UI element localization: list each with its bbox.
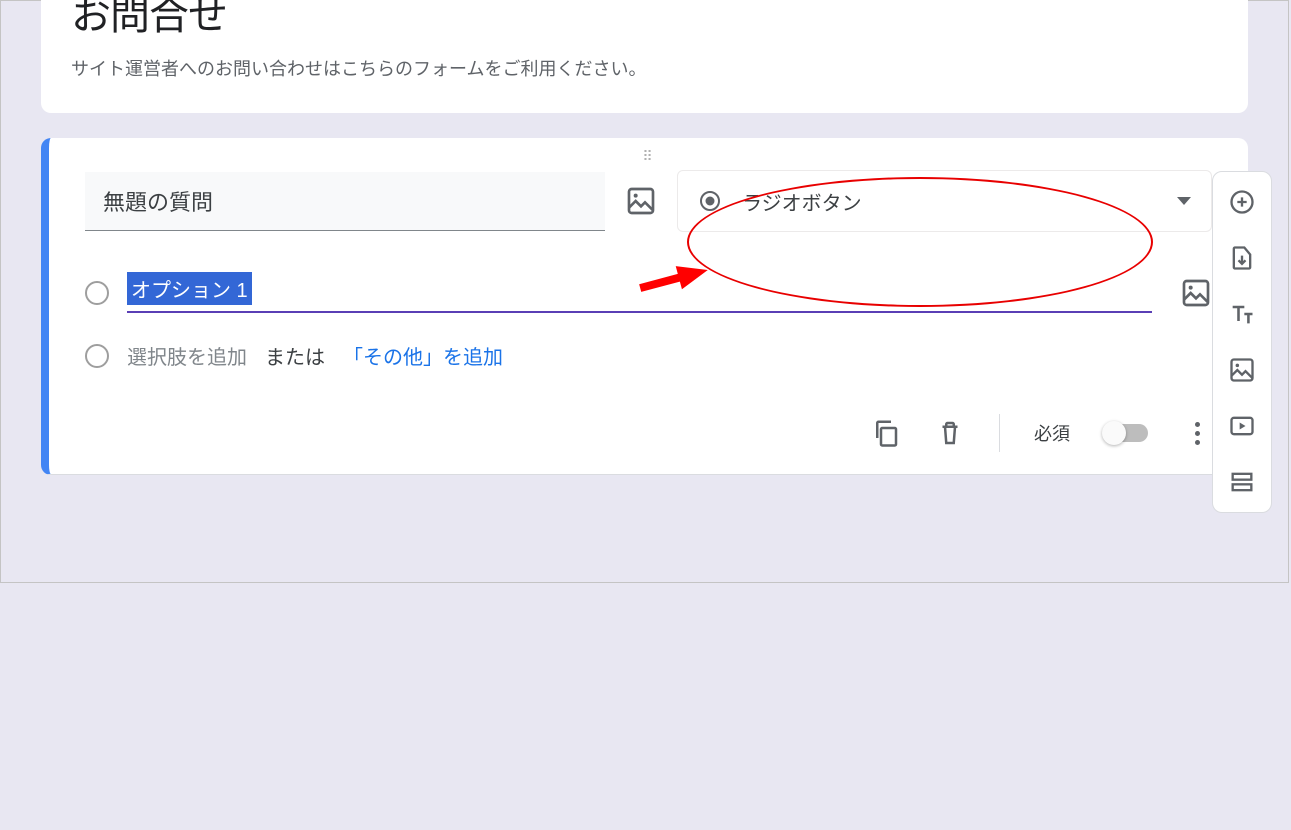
copy-icon: [871, 418, 901, 448]
option-1-input[interactable]: オプション 1: [127, 272, 1152, 313]
form-header-card: お問合せ サイト運営者へのお問い合わせはこちらのフォームをご利用ください。: [41, 0, 1248, 113]
side-toolbar: [1212, 171, 1272, 513]
more-icon: [1195, 422, 1200, 445]
chevron-down-icon: [1177, 197, 1191, 205]
add-image-button[interactable]: [1228, 356, 1256, 384]
image-icon: [625, 185, 657, 217]
option-1-text: オプション 1: [127, 272, 252, 305]
drag-handle-icon[interactable]: ⠿: [642, 148, 654, 165]
delete-button[interactable]: [935, 418, 965, 448]
divider: [999, 414, 1000, 452]
question-type-label: ラジオボタン: [742, 187, 1157, 216]
import-icon: [1228, 244, 1256, 272]
more-options-button[interactable]: [1182, 418, 1212, 448]
add-circle-icon: [1228, 188, 1256, 216]
required-label: 必須: [1034, 420, 1070, 446]
question-type-select[interactable]: ラジオボタン: [677, 170, 1212, 232]
required-toggle[interactable]: [1104, 424, 1148, 442]
switch-knob: [1102, 421, 1126, 445]
option-radio-icon: [85, 344, 109, 368]
add-question-image-button[interactable]: [625, 185, 657, 217]
section-icon: [1228, 468, 1256, 496]
image-icon: [1180, 277, 1212, 309]
add-section-button[interactable]: [1228, 468, 1256, 496]
add-option-button[interactable]: 選択肢を追加: [127, 341, 247, 370]
add-title-button[interactable]: [1228, 300, 1256, 328]
text-icon: [1228, 300, 1256, 328]
or-label: または: [265, 341, 325, 370]
form-title[interactable]: お問合せ: [71, 0, 1218, 41]
option-radio-icon: [85, 281, 109, 305]
add-question-button[interactable]: [1228, 188, 1256, 216]
radio-icon: [698, 189, 722, 213]
question-card: ⠿ ラジオボタン オプション 1: [41, 138, 1248, 475]
form-description[interactable]: サイト運営者へのお問い合わせはこちらのフォームをご利用ください。: [71, 55, 1218, 81]
import-questions-button[interactable]: [1228, 244, 1256, 272]
add-video-button[interactable]: [1228, 412, 1256, 440]
insert-image-icon: [1228, 356, 1256, 384]
video-icon: [1228, 412, 1256, 440]
delete-icon: [935, 418, 965, 448]
option-image-button[interactable]: [1180, 277, 1212, 309]
question-title-input[interactable]: [85, 172, 605, 231]
duplicate-button[interactable]: [871, 418, 901, 448]
add-other-button[interactable]: 「その他」を追加: [343, 341, 503, 370]
